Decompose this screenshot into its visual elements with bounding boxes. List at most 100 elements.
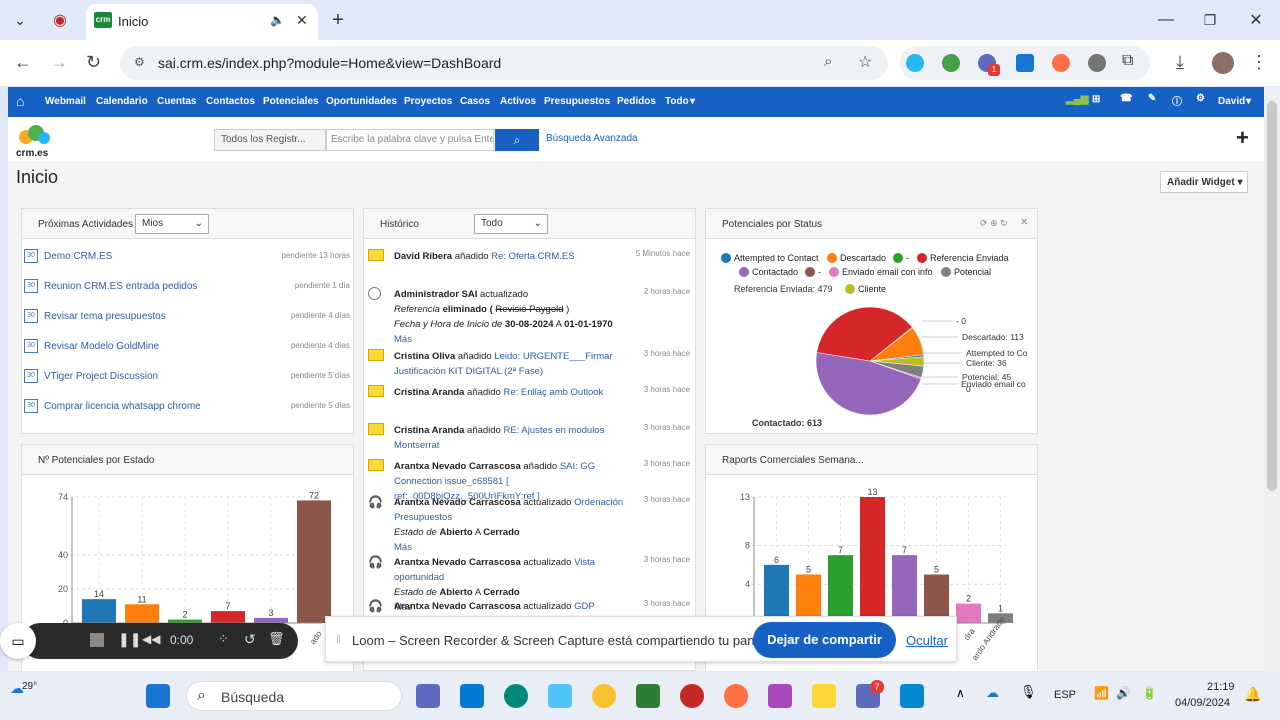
app-icon[interactable]	[548, 684, 572, 708]
folder-icon[interactable]	[812, 684, 836, 708]
minimize-button[interactable]: —	[1152, 6, 1180, 34]
nav-proyectos[interactable]: Proyectos	[404, 96, 452, 107]
notepad-icon[interactable]	[900, 684, 924, 708]
trash-icon[interactable]: 🗑	[268, 631, 285, 647]
tab-search-icon[interactable]: ⌄	[6, 6, 34, 34]
language-indicator[interactable]: ESP	[1054, 689, 1076, 701]
extensions-icon[interactable]: ⧉	[1122, 52, 1133, 70]
menu-icon[interactable]: ⋮	[1250, 52, 1268, 73]
more-link[interactable]: Más	[394, 540, 640, 555]
search-button[interactable]: ⌕	[495, 129, 539, 151]
add-widget-button[interactable]: Añadir Widget ▾	[1160, 171, 1248, 193]
rewind-icon[interactable]: ◀◀	[142, 632, 160, 646]
history-link[interactable]: Re: Oferta CRM.ES	[491, 251, 574, 262]
activity-row[interactable]: 30 Reunion CRM.ES entrada pedidos pendient…	[22, 279, 354, 309]
activity-name[interactable]: Demo CRM.ES	[44, 251, 112, 262]
scrollbar-thumb[interactable]	[1267, 101, 1277, 491]
teams-icon[interactable]	[416, 684, 440, 708]
outlook-icon[interactable]	[460, 684, 484, 708]
nav-potenciales[interactable]: Potenciales	[263, 96, 319, 107]
nav-pedidos[interactable]: Pedidos	[617, 96, 656, 107]
zoom-icon[interactable]: ⌕	[824, 53, 832, 70]
stop-sharing-button[interactable]: Dejar de compartir	[753, 622, 896, 658]
stop-record-icon[interactable]	[90, 633, 104, 647]
nav-cuentas[interactable]: Cuentas	[157, 96, 196, 107]
new-tab-button[interactable]: +	[324, 6, 352, 34]
wifi-icon[interactable]: 📶	[1094, 686, 1109, 700]
extension-doc-icon[interactable]	[1016, 54, 1034, 72]
page-scrollbar[interactable]	[1264, 87, 1280, 672]
slack-icon[interactable]	[768, 684, 792, 708]
edge-icon[interactable]	[504, 684, 528, 708]
history-link[interactable]: Re: Enllaç amb Outlook	[503, 387, 603, 398]
bookmark-star-icon[interactable]: ☆	[858, 52, 872, 72]
user-menu[interactable]: David	[1218, 96, 1245, 107]
widget-refresh-icon[interactable]: ⟳ ⊕ ↻	[980, 218, 1008, 229]
erp-icon[interactable]	[680, 684, 704, 708]
drag-handle-icon[interactable]: ‖	[336, 632, 341, 646]
activity-row[interactable]: 30 Comprar licencia whatsapp chrome pendie…	[22, 399, 354, 429]
nav-oportunidades[interactable]: Oportunidades	[326, 96, 397, 107]
extension-green-icon[interactable]	[942, 54, 960, 72]
home-icon[interactable]: ⌂	[16, 93, 24, 109]
activity-row[interactable]: 30 Revisar tema presupuestos pendiente 4 d…	[22, 309, 354, 339]
advanced-search-link[interactable]: Búsqueda Avanzada	[546, 133, 638, 144]
search-input[interactable]: Escribe la palabra clave y pulsa Enter	[326, 129, 494, 151]
excel-icon[interactable]	[636, 684, 660, 708]
stats-icon[interactable]: ▂▄▆	[1066, 94, 1088, 105]
chevron-up-icon[interactable]: ∧	[956, 686, 965, 700]
activity-name[interactable]: Reunion CRM.ES entrada pedidos	[44, 281, 197, 292]
info-icon[interactable]: ⓘ	[1172, 93, 1182, 108]
onedrive-icon[interactable]: ☁	[986, 685, 999, 701]
settings-icon[interactable]: ⚙	[1196, 93, 1205, 104]
download-icon[interactable]: ⤓	[1176, 52, 1184, 73]
hide-link[interactable]: Ocultar	[906, 633, 948, 648]
back-icon[interactable]: ←	[14, 52, 32, 73]
nav-casos[interactable]: Casos	[460, 96, 490, 107]
mic-icon[interactable]: 🎙	[1020, 684, 1037, 700]
close-window-button[interactable]: ✕	[1242, 6, 1270, 34]
activity-row[interactable]: 30 Revisar Modelo GoldMine pendiente 4 día…	[22, 339, 354, 369]
restore-button[interactable]: ❐	[1196, 6, 1224, 34]
tab-active[interactable]: crm Inicio 🔈 ✕	[86, 4, 318, 40]
activity-row[interactable]: 30 VTiger Project Discussion pendiente 5 d…	[22, 369, 354, 399]
reload-icon[interactable]: ↻	[86, 52, 101, 73]
nav-calendario[interactable]: Calendario	[96, 96, 148, 107]
profile-avatar[interactable]	[1212, 52, 1234, 74]
windows-start-icon[interactable]	[146, 684, 170, 708]
crm-logo[interactable]: crm.es	[16, 123, 52, 159]
more-link[interactable]: Más	[394, 332, 640, 347]
taskbar-search[interactable]: ⌕ Búsqueda	[186, 681, 402, 711]
extension-grey-icon[interactable]	[1088, 54, 1106, 72]
volume-icon[interactable]: 🔊	[1116, 686, 1131, 700]
activity-name[interactable]: Revisar Modelo GoldMine	[44, 341, 159, 352]
restart-icon[interactable]: ↺	[244, 631, 256, 648]
history-filter-select[interactable]: Todo ⌄	[474, 214, 548, 234]
nav-todo[interactable]: Todo	[665, 96, 689, 107]
site-settings-icon[interactable]: ⚙	[134, 55, 145, 69]
url-text[interactable]: sai.crm.es/index.php?module=Home&view=Da…	[158, 55, 501, 71]
dashboard-icon[interactable]: ⊞	[1092, 94, 1100, 105]
brush-icon[interactable]: ✎	[1148, 93, 1156, 104]
nav-contactos[interactable]: Contactos	[206, 96, 255, 107]
audio-icon[interactable]: 🔈	[270, 13, 285, 27]
forward-icon[interactable]: →	[50, 52, 68, 73]
chrome-icon[interactable]	[592, 684, 616, 708]
search-scope-select[interactable]: Todos los Registr...	[214, 129, 326, 151]
notification-bell-icon[interactable]: 🔔	[1244, 686, 1261, 703]
quick-create-icon[interactable]: +	[1236, 125, 1249, 151]
clock-date[interactable]: 04/09/2024	[1175, 697, 1230, 709]
activity-name[interactable]: Revisar tema presupuestos	[44, 311, 166, 322]
phone-icon[interactable]: ☎	[1120, 93, 1132, 104]
extension-orange-icon[interactable]	[1052, 54, 1070, 72]
clock-time[interactable]: 21:19	[1207, 681, 1235, 693]
battery-icon[interactable]: 🔋	[1142, 686, 1157, 700]
grid-icon[interactable]: ⁘	[218, 631, 229, 647]
omnibox[interactable]: ⚙ sai.crm.es/index.php?module=Home&view=…	[120, 46, 888, 80]
nav-webmail[interactable]: Webmail	[45, 96, 86, 107]
activity-name[interactable]: VTiger Project Discussion	[44, 371, 158, 382]
pause-icon[interactable]: ❚❚	[118, 631, 141, 648]
nav-presupuestos[interactable]: Presupuestos	[544, 96, 610, 107]
close-tab-icon[interactable]: ✕	[296, 12, 308, 29]
activity-name[interactable]: Comprar licencia whatsapp chrome	[44, 401, 201, 412]
